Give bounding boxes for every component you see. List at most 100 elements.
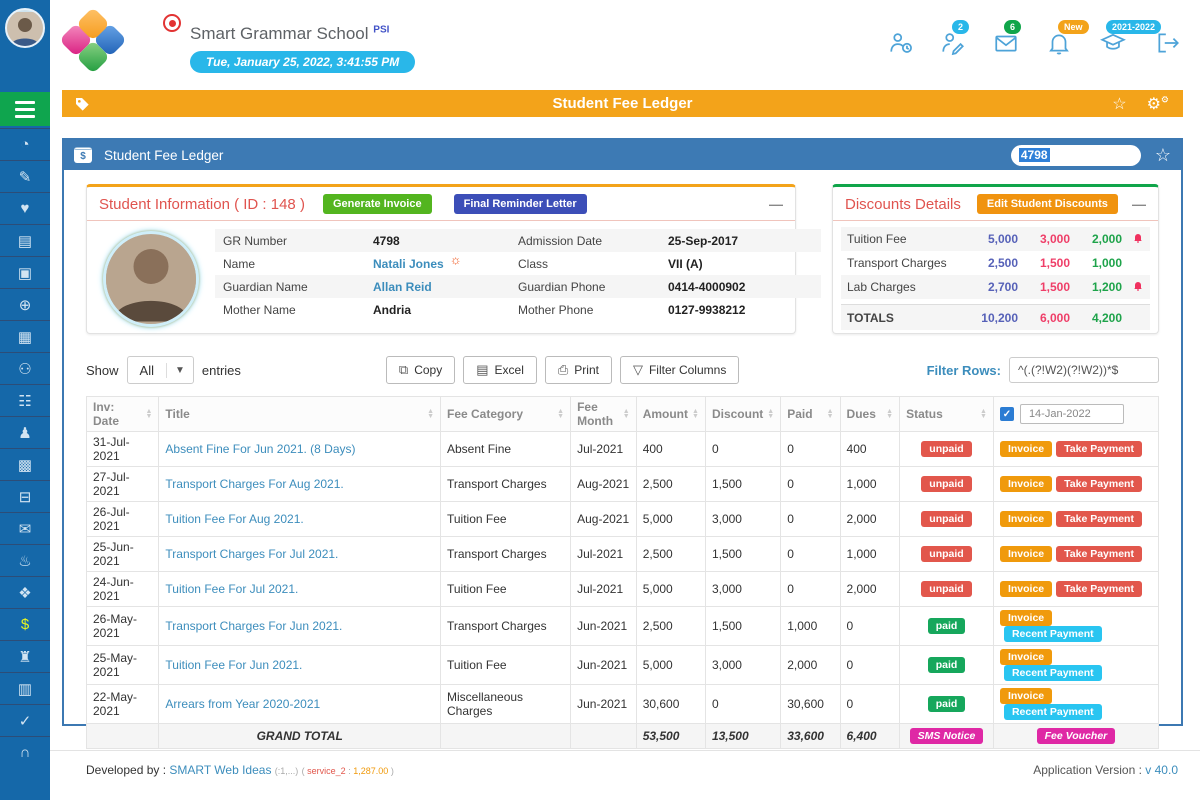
fee-title-link[interactable]: Absent Fine For Jun 2021. (8 Days) bbox=[165, 442, 355, 456]
column-header[interactable]: Fee Month ▲▼ bbox=[571, 397, 637, 432]
status-badge[interactable]: unpaid bbox=[921, 581, 971, 597]
status-badge[interactable]: unpaid bbox=[921, 546, 971, 562]
recent-payment-button[interactable]: Recent Payment bbox=[1004, 704, 1102, 720]
recent-payment-button[interactable]: Recent Payment bbox=[1004, 626, 1102, 642]
alumni-icon[interactable]: ♜ bbox=[0, 640, 50, 672]
sort-icon[interactable]: ▲▼ bbox=[619, 409, 630, 419]
menu-toggle-button[interactable] bbox=[0, 92, 50, 126]
gallery-icon[interactable]: ▩ bbox=[0, 448, 50, 480]
guardian-name-link[interactable]: Allan Reid bbox=[373, 280, 518, 294]
invoice-button[interactable]: Invoice bbox=[1000, 581, 1052, 597]
filter-rows-input[interactable] bbox=[1009, 357, 1159, 383]
sort-icon[interactable]: ▲▼ bbox=[763, 409, 774, 419]
student-search-input[interactable]: 4798 bbox=[1011, 145, 1141, 166]
column-header[interactable]: Title ▲▼ bbox=[159, 397, 441, 432]
invoice-button[interactable]: Invoice bbox=[1000, 610, 1052, 626]
fee-ledger-icon[interactable]: $ bbox=[0, 608, 50, 640]
academic-session-icon[interactable]: 2021-2022 bbox=[1098, 30, 1128, 61]
transport-icon[interactable]: ⊟ bbox=[0, 480, 50, 512]
sms-notice-button[interactable]: SMS Notice bbox=[910, 728, 984, 744]
excel-button[interactable]: ▤Excel bbox=[463, 356, 537, 384]
id-card-icon[interactable]: ▣ bbox=[0, 256, 50, 288]
sort-icon[interactable]: ▲▼ bbox=[423, 409, 434, 419]
sort-icon[interactable]: ▲▼ bbox=[823, 409, 834, 419]
fee-voucher-button[interactable]: Fee Voucher bbox=[1037, 728, 1116, 744]
status-badge[interactable]: unpaid bbox=[921, 441, 971, 457]
bell-icon[interactable] bbox=[1132, 231, 1144, 244]
calendar-icon[interactable]: ☷ bbox=[0, 384, 50, 416]
sort-icon[interactable]: ▲▼ bbox=[688, 409, 699, 419]
sort-icon[interactable]: ▲▼ bbox=[141, 409, 152, 419]
take-payment-button[interactable]: Take Payment bbox=[1056, 476, 1142, 492]
logout-icon[interactable] bbox=[1154, 30, 1182, 61]
dashboard-icon[interactable]: ◔ bbox=[0, 128, 50, 160]
take-payment-button[interactable]: Take Payment bbox=[1056, 441, 1142, 457]
user-avatar[interactable] bbox=[5, 8, 45, 48]
invoice-button[interactable]: Invoice bbox=[1000, 649, 1052, 665]
invoice-button[interactable]: Invoice bbox=[1000, 441, 1052, 457]
status-badge[interactable]: unpaid bbox=[921, 476, 971, 492]
take-payment-button[interactable]: Take Payment bbox=[1056, 546, 1142, 562]
fee-title-link[interactable]: Transport Charges For Jun 2021. bbox=[165, 619, 342, 633]
card-heart-icon[interactable]: ▥ bbox=[0, 672, 50, 704]
invoice-button[interactable]: Invoice bbox=[1000, 511, 1052, 527]
status-badge[interactable]: paid bbox=[928, 618, 966, 634]
column-header[interactable]: Inv: Date ▲▼ bbox=[87, 397, 159, 432]
column-header[interactable]: Dues ▲▼ bbox=[840, 397, 900, 432]
sort-icon[interactable]: ▲▼ bbox=[553, 409, 564, 419]
copy-button[interactable]: ⧉Copy bbox=[386, 356, 455, 384]
column-header[interactable]: Fee Category ▲▼ bbox=[441, 397, 571, 432]
person-icon[interactable]: ⚇ bbox=[0, 352, 50, 384]
favorite-star-icon[interactable]: ☆ bbox=[1112, 94, 1126, 114]
status-badge[interactable]: paid bbox=[928, 657, 966, 673]
print-button[interactable]: ⎙Print bbox=[545, 356, 612, 384]
invoice-button[interactable]: Invoice bbox=[1000, 546, 1052, 562]
fee-title-link[interactable]: Tuition Fee For Aug 2021. bbox=[165, 512, 303, 526]
date-filter-checkbox[interactable]: ✓ bbox=[1000, 407, 1014, 421]
health-icon[interactable]: ♥ bbox=[0, 192, 50, 224]
developer-link[interactable]: SMART Web Ideas bbox=[169, 763, 271, 777]
visitor-log-icon[interactable] bbox=[888, 30, 914, 61]
date-filter-input[interactable] bbox=[1020, 404, 1124, 424]
student-name-link[interactable]: Natali Jones☼ bbox=[373, 256, 518, 271]
take-payment-button[interactable]: Take Payment bbox=[1056, 581, 1142, 597]
notifications-bell-icon[interactable]: New bbox=[1046, 30, 1072, 61]
column-header[interactable]: Status ▲▼ bbox=[900, 397, 994, 432]
tasks-icon[interactable]: ✓ bbox=[0, 704, 50, 736]
mail-fee-icon[interactable]: ✉ bbox=[0, 512, 50, 544]
fee-card-icon[interactable]: ▤ bbox=[0, 224, 50, 256]
column-header[interactable]: Paid ▲▼ bbox=[781, 397, 840, 432]
recent-payment-button[interactable]: Recent Payment bbox=[1004, 665, 1102, 681]
edit-discounts-button[interactable]: Edit Student Discounts bbox=[977, 194, 1118, 214]
website-icon[interactable]: ⊕ bbox=[0, 288, 50, 320]
fee-title-link[interactable]: Tuition Fee For Jul 2021. bbox=[165, 582, 298, 596]
school-logo-icon[interactable] bbox=[62, 8, 124, 74]
final-reminder-button[interactable]: Final Reminder Letter bbox=[454, 194, 587, 214]
fee-title-link[interactable]: Tuition Fee For Jun 2021. bbox=[165, 658, 302, 672]
settings-gears-icon[interactable]: ⚙⚙ bbox=[1147, 94, 1169, 114]
status-badge[interactable]: paid bbox=[928, 696, 966, 712]
filter-rows-label[interactable]: Filter Rows: bbox=[927, 363, 1001, 378]
panel-star-icon[interactable]: ☆ bbox=[1155, 145, 1171, 166]
staff-icon[interactable]: ♟ bbox=[0, 416, 50, 448]
messages-icon[interactable]: 6 bbox=[992, 30, 1020, 61]
bell-icon[interactable] bbox=[1132, 279, 1144, 292]
library-icon[interactable]: ❖ bbox=[0, 576, 50, 608]
graduation-icon[interactable]: ∩ bbox=[0, 736, 50, 768]
collapse-icon[interactable]: — bbox=[769, 196, 783, 212]
fee-title-link[interactable]: Arrears from Year 2020-2021 bbox=[165, 697, 320, 711]
sort-icon[interactable]: ▲▼ bbox=[976, 409, 987, 419]
generate-invoice-button[interactable]: Generate Invoice bbox=[323, 194, 432, 214]
clipboard-icon[interactable]: ▦ bbox=[0, 320, 50, 352]
page-length-select[interactable]: All ▼ bbox=[127, 356, 194, 384]
sort-icon[interactable]: ▲▼ bbox=[882, 409, 893, 419]
fee-title-link[interactable]: Transport Charges For Aug 2021. bbox=[165, 477, 343, 491]
column-header[interactable]: Amount ▲▼ bbox=[636, 397, 705, 432]
column-header[interactable]: Discount ▲▼ bbox=[705, 397, 780, 432]
invoice-button[interactable]: Invoice bbox=[1000, 688, 1052, 704]
fee-title-link[interactable]: Transport Charges For Jul 2021. bbox=[165, 547, 338, 561]
birthday-icon[interactable]: ♨ bbox=[0, 544, 50, 576]
student-edit-icon[interactable]: 2 bbox=[940, 30, 966, 61]
collapse-icon[interactable]: — bbox=[1132, 196, 1146, 212]
invoice-button[interactable]: Invoice bbox=[1000, 476, 1052, 492]
